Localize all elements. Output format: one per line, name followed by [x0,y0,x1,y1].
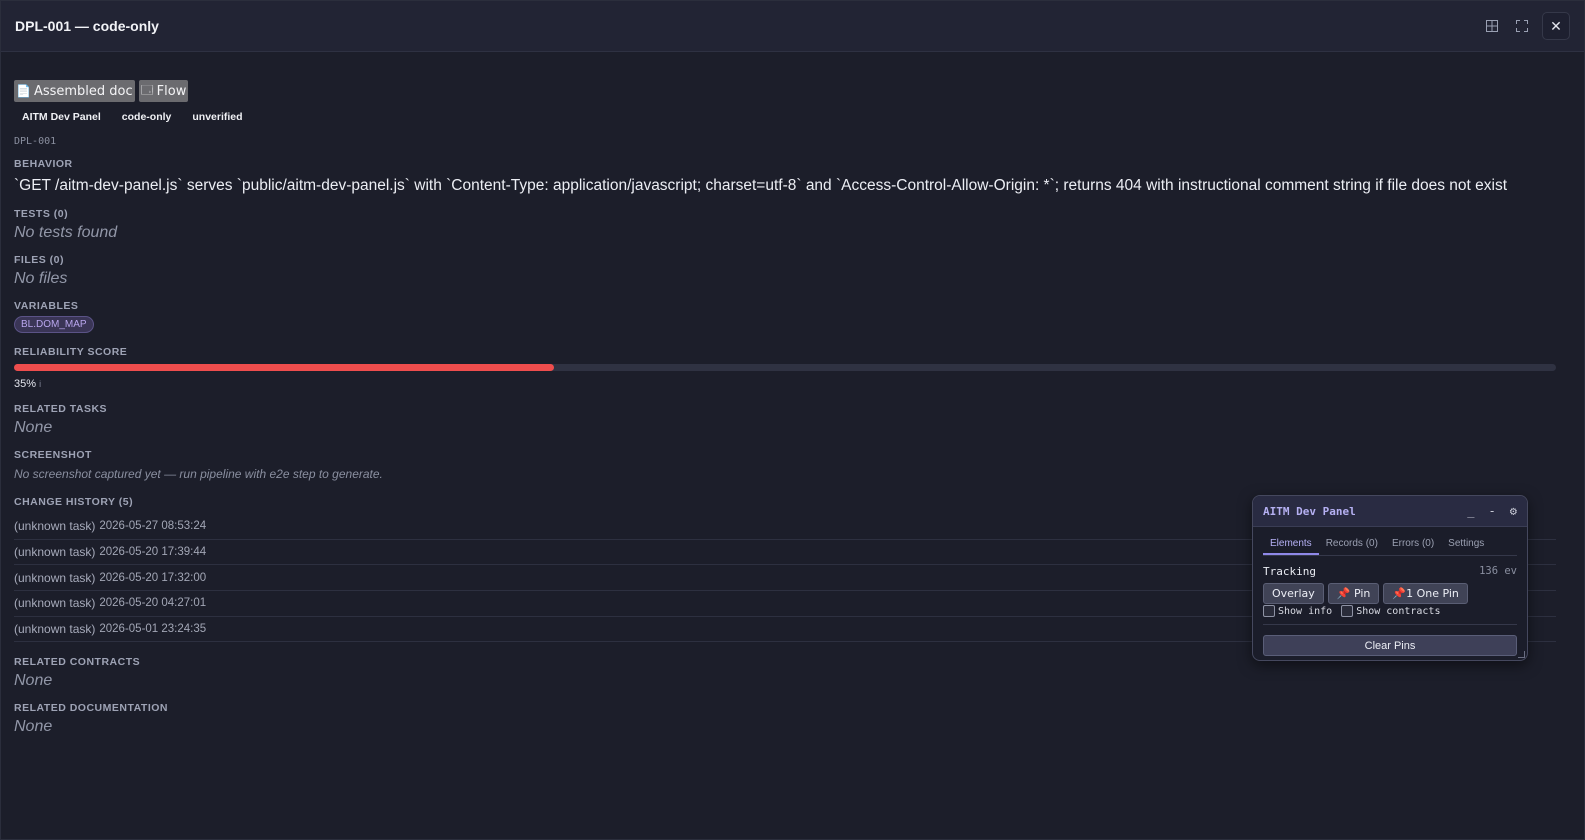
show-contracts-label: Show contracts [1356,605,1441,617]
pin-button[interactable]: 📌 Pin [1327,583,1380,604]
show-info-checkbox[interactable]: Show info [1263,605,1332,617]
related-contracts-empty: None [14,672,53,690]
behavior-text: `GET /aitm-dev-panel.js` serves `public/… [14,177,1508,194]
window-icon: 🗔 [140,82,154,97]
history-task: (unknown task) [14,519,96,534]
tag: AITM Dev Panel [22,111,101,123]
assembled-doc-label: Assembled doc [33,83,133,99]
screenshot-label: SCREENSHOT [14,449,92,461]
history-time: 2026-05-01 23:24:35 [99,623,207,636]
assembled-doc-button[interactable]: 📄 Assembled doc [14,80,135,102]
tab-elements[interactable]: Elements [1263,535,1319,555]
info-icon[interactable]: i [39,379,41,389]
divider [1263,624,1517,625]
minimize-button[interactable]: _ [1467,504,1474,518]
dev-panel-header[interactable]: AITM Dev Panel _ - ⚙ [1253,496,1527,527]
reliability-score: 35% i [14,378,1571,390]
variables-label: VARIABLES [14,300,79,312]
reliability-bar [14,364,1556,371]
tag-list: AITM Dev Panel code-only unverified [18,111,1571,123]
history-time: 2026-05-20 17:39:44 [99,546,207,559]
history-time: 2026-05-27 08:53:24 [99,520,207,533]
tab-errors[interactable]: Errors (0) [1385,535,1441,555]
dev-panel-title: AITM Dev Panel [1263,504,1356,518]
tag: unverified [192,111,243,123]
collapse-button[interactable]: - [1489,504,1496,518]
fullscreen-icon[interactable] [1508,12,1536,40]
screenshot-empty: No screenshot captured yet — run pipelin… [14,467,383,481]
show-info-label: Show info [1278,605,1333,617]
history-task: (unknown task) [14,570,96,585]
tracking-count: 136 ev [1479,565,1517,577]
flow-button[interactable]: 🗔 Flow [138,80,189,102]
reliability-bar-fill [14,364,554,371]
reliability-label: RELIABILITY SCORE [14,346,128,358]
files-label: FILES (0) [14,254,65,266]
tab-settings[interactable]: Settings [1441,535,1491,555]
dev-panel-tabs: Elements Records (0) Errors (0) Settings [1263,535,1517,556]
history-task: (unknown task) [14,545,96,560]
history-time: 2026-05-20 17:32:00 [99,571,207,584]
history-time: 2026-05-20 04:27:01 [99,597,207,610]
item-id: DPL-001 [14,136,57,147]
files-empty: No files [14,270,68,287]
related-docs-label: RELATED DOCUMENTATION [14,702,168,715]
tracking-label: Tracking [1263,565,1316,578]
resize-handle[interactable] [1518,651,1525,658]
document-icon: 📄 [16,84,31,98]
title-bar: DPL-001 — code-only ✕ [1,1,1584,52]
overlay-button[interactable]: Overlay [1263,583,1324,604]
tracking-row: Tracking 136 ev [1263,565,1517,578]
tab-records[interactable]: Records (0) [1319,535,1385,555]
page-title: DPL-001 — code-only [15,18,159,34]
grid-icon[interactable] [1478,12,1506,40]
gear-icon[interactable]: ⚙ [1510,504,1517,518]
one-pin-button[interactable]: 📌1 One Pin [1383,583,1468,604]
related-tasks-label: RELATED TASKS [14,403,108,415]
related-tasks-empty: None [14,419,53,436]
related-docs-empty: None [14,718,53,736]
behavior-label: BEHAVIOR [14,158,73,170]
close-icon[interactable]: ✕ [1542,12,1570,40]
tag: code-only [121,111,172,123]
flow-label: Flow [156,83,187,99]
variable-chip[interactable]: BL.DOM_MAP [14,316,94,333]
tests-empty: No tests found [14,224,118,241]
show-contracts-checkbox[interactable]: Show contracts [1341,605,1440,617]
history-task: (unknown task) [14,622,96,637]
checkbox-box[interactable] [1263,605,1275,617]
tests-label: TESTS (0) [14,208,69,220]
detail-window: DPL-001 — code-only ✕ 📄 Assembled doc 🗔 … [0,0,1585,840]
history-task: (unknown task) [14,596,96,611]
clear-pins-button[interactable]: Clear Pins [1263,635,1517,656]
dev-panel[interactable]: AITM Dev Panel _ - ⚙ Elements Records (0… [1252,495,1528,661]
reliability-value: 35% [14,378,37,390]
checkbox-box[interactable] [1341,605,1354,617]
